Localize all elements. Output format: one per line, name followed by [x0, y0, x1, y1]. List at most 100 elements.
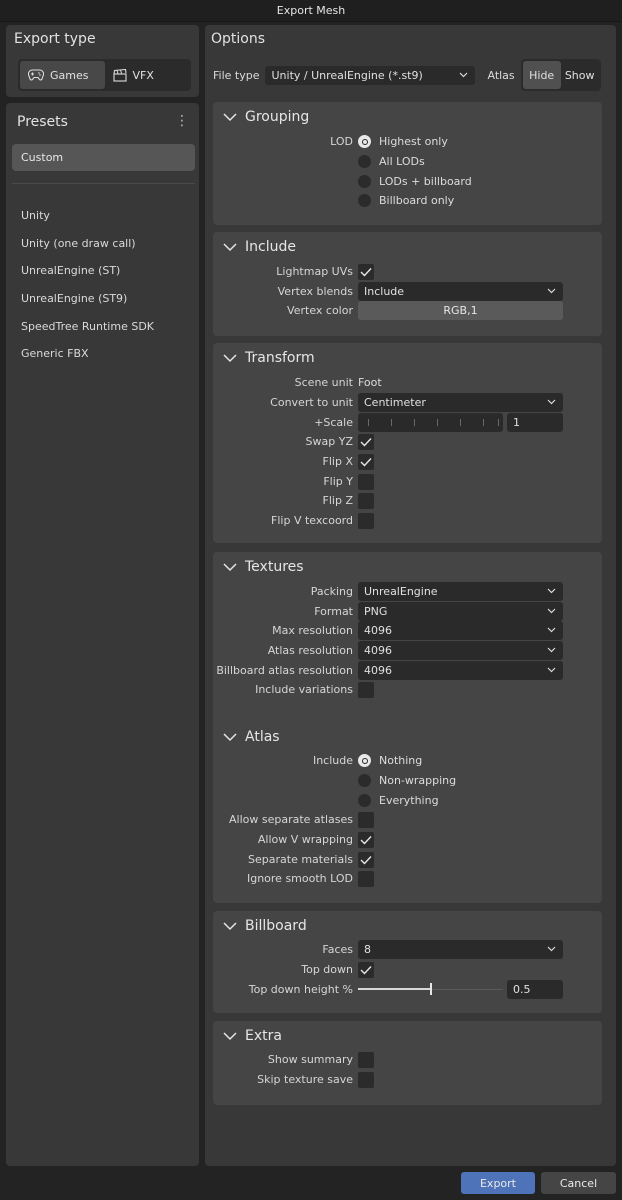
chevron-down-icon — [460, 72, 468, 77]
export-type-games-button[interactable]: Games — [20, 61, 105, 89]
radio-button[interactable] — [358, 774, 371, 787]
atlas-resolution-row: Atlas resolution 4096 — [213, 641, 602, 660]
separate-materials-row: Separate materials — [213, 850, 602, 869]
billboard-atlas-resolution-dropdown[interactable]: 4096 — [358, 661, 563, 680]
v-wrapping-checkbox[interactable] — [358, 831, 374, 848]
include-variations-row: Include variations — [213, 680, 602, 699]
vertical-dots-icon[interactable]: ⋮ — [175, 114, 189, 128]
scale-slider[interactable] — [358, 413, 503, 432]
preset-item[interactable]: UnrealEngine (ST9) — [21, 285, 154, 313]
file-type-dropdown[interactable]: Unity / UnrealEngine (*.st9) — [265, 65, 476, 85]
vertex-color-label: Vertex color — [287, 304, 353, 317]
flip-x-checkbox[interactable] — [358, 453, 374, 470]
chevron-down-icon — [547, 667, 556, 673]
packing-row: Packing UnrealEngine — [213, 582, 602, 601]
lightmap-checkbox[interactable] — [358, 263, 374, 280]
skip-texture-save-row: Skip texture save — [213, 1070, 602, 1089]
lightmap-row: Lightmap UVs — [213, 262, 602, 281]
preset-item[interactable]: Generic FBX — [21, 340, 154, 368]
radio-button[interactable] — [358, 754, 371, 767]
atlas-show-button[interactable]: Show — [561, 61, 599, 89]
export-type-games-label: Games — [50, 68, 89, 82]
flip-v-checkbox[interactable] — [358, 512, 374, 529]
radio-button[interactable] — [358, 794, 371, 807]
transform-section: Transform Scene unit Foot Convert to uni… — [213, 343, 602, 543]
slider-thumb[interactable] — [430, 983, 432, 995]
preset-item[interactable]: UnrealEngine (ST) — [21, 257, 154, 285]
chevron-down-icon — [223, 113, 237, 122]
atlas-include-everything[interactable]: Everything — [358, 794, 439, 807]
ignore-smooth-lod-checkbox[interactable] — [358, 870, 374, 887]
preset-item-custom[interactable]: Custom — [12, 144, 195, 171]
top-down-height-input[interactable]: 0.5 — [507, 980, 563, 999]
preset-item[interactable]: SpeedTree Runtime SDK — [21, 312, 154, 340]
textures-header[interactable]: Textures — [223, 559, 304, 575]
lod-option-highest[interactable]: Highest only — [358, 135, 448, 148]
show-summary-checkbox[interactable] — [358, 1051, 374, 1068]
radio-button[interactable] — [358, 135, 371, 148]
vertex-blends-label: Vertex blends — [277, 285, 353, 298]
chevron-down-icon — [223, 922, 237, 931]
grouping-section: Grouping LOD Highest only All LODs LODs … — [213, 102, 602, 225]
extra-title: Extra — [245, 1028, 282, 1044]
lod-option-billboard-only[interactable]: Billboard only — [358, 194, 454, 207]
separate-materials-checkbox[interactable] — [358, 851, 374, 868]
top-down-height-slider[interactable] — [358, 980, 503, 999]
show-summary-row: Show summary — [213, 1050, 602, 1069]
extra-header[interactable]: Extra — [223, 1028, 282, 1044]
max-resolution-dropdown[interactable]: 4096 — [358, 621, 563, 640]
check-icon — [360, 855, 372, 865]
cancel-button[interactable]: Cancel — [541, 1172, 616, 1194]
packing-label: Packing — [310, 585, 353, 598]
atlas-hide-button[interactable]: Hide — [522, 61, 561, 89]
atlas-include-non-wrapping[interactable]: Non-wrapping — [358, 774, 456, 787]
transform-header[interactable]: Transform — [223, 350, 315, 366]
lod-option-billboard[interactable]: LODs + billboard — [358, 175, 472, 188]
convert-unit-dropdown[interactable]: Centimeter — [358, 393, 563, 412]
export-type-title: Export type — [14, 31, 96, 47]
radio-button[interactable] — [358, 194, 371, 207]
export-type-vfx-button[interactable]: VFX — [105, 61, 190, 89]
export-button[interactable]: Export — [461, 1172, 535, 1194]
include-variations-checkbox[interactable] — [358, 681, 374, 698]
top-down-checkbox[interactable] — [358, 961, 374, 978]
scale-input[interactable]: 1 — [507, 413, 563, 432]
chevron-down-icon — [547, 627, 556, 633]
skip-texture-save-checkbox[interactable] — [358, 1071, 374, 1088]
flip-y-checkbox[interactable] — [358, 473, 374, 490]
skip-texture-save-label: Skip texture save — [257, 1073, 353, 1086]
grouping-header[interactable]: Grouping — [223, 109, 309, 125]
flip-z-label: Flip Z — [322, 494, 353, 507]
presets-title: Presets — [17, 114, 68, 130]
vertex-blends-dropdown[interactable]: Include — [358, 282, 563, 301]
chevron-down-icon — [223, 563, 237, 572]
atlas-header[interactable]: Atlas — [223, 729, 280, 745]
radio-button[interactable] — [358, 175, 371, 188]
max-resolution-row: Max resolution 4096 — [213, 621, 602, 640]
lightmap-label: Lightmap UVs — [276, 265, 353, 278]
flip-x-label: Flip X — [322, 455, 353, 468]
slider-tick — [368, 419, 369, 426]
preset-item[interactable]: Unity (one draw call) — [21, 230, 154, 258]
atlas-resolution-dropdown[interactable]: 4096 — [358, 641, 563, 660]
flip-x-row: Flip X — [213, 452, 602, 471]
format-dropdown[interactable]: PNG — [358, 602, 563, 621]
swap-yz-label: Swap YZ — [305, 435, 353, 448]
lod-row-2: LODs + billboard — [213, 172, 602, 191]
top-down-row: Top down — [213, 960, 602, 979]
v-wrapping-label: Allow V wrapping — [257, 833, 353, 846]
flip-z-checkbox[interactable] — [358, 492, 374, 509]
lod-option-all[interactable]: All LODs — [358, 155, 425, 168]
flip-y-label: Flip Y — [323, 475, 353, 488]
billboard-header[interactable]: Billboard — [223, 918, 307, 934]
include-header[interactable]: Include — [223, 239, 296, 255]
atlas-include-nothing[interactable]: Nothing — [358, 754, 422, 767]
swap-yz-checkbox[interactable] — [358, 433, 374, 450]
packing-dropdown[interactable]: UnrealEngine — [358, 582, 563, 601]
lod-row-3: Billboard only — [213, 191, 602, 210]
preset-item[interactable]: Unity — [21, 202, 154, 230]
separate-atlases-checkbox[interactable] — [358, 811, 374, 828]
vertex-color-button[interactable]: RGB,1 — [358, 301, 563, 320]
faces-dropdown[interactable]: 8 — [358, 940, 563, 959]
radio-button[interactable] — [358, 155, 371, 168]
